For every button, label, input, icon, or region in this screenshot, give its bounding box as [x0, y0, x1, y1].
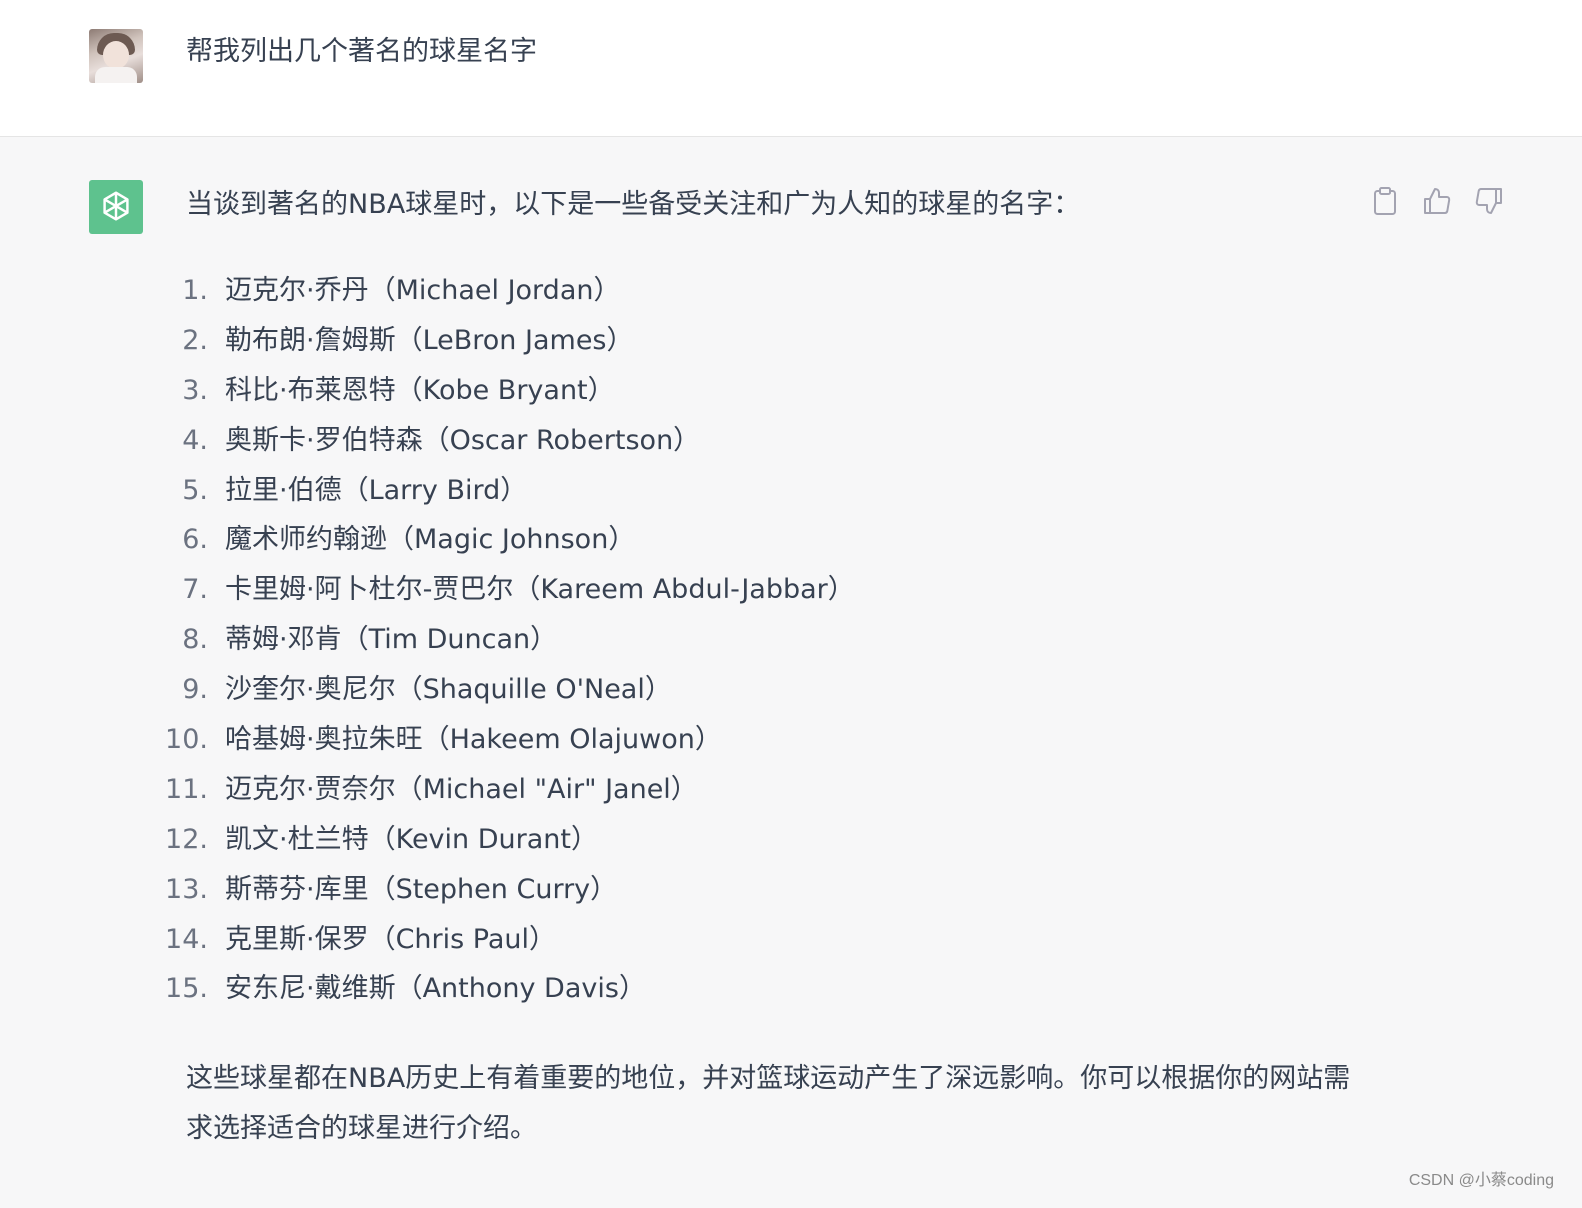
user-message-text: 帮我列出几个著名的球星名字: [186, 36, 537, 67]
list-item: 4. 奥斯卡·罗伯特森（Oscar Robertson）: [150, 422, 855, 472]
player-name: 科比·布莱恩特（Kobe Bryant）: [225, 374, 615, 406]
thumbs-down-icon[interactable]: [1474, 184, 1504, 218]
list-number: 15.: [165, 973, 208, 1005]
list-item: 5. 拉里·伯德（Larry Bird）: [150, 472, 855, 522]
player-name: 凯文·杜兰特（Kevin Durant）: [225, 823, 598, 855]
list-number: 11.: [165, 773, 208, 805]
list-number: 3.: [182, 374, 208, 406]
player-name: 迈克尔·贾奈尔（Michael "Air" Janel）: [225, 773, 698, 805]
list-number: 10.: [165, 724, 208, 756]
avatar-body: [95, 67, 137, 83]
list-number: 14.: [165, 923, 208, 955]
player-name: 拉里·伯德（Larry Bird）: [225, 474, 528, 506]
list-number: 6.: [182, 524, 208, 556]
player-name: 奥斯卡·罗伯特森（Oscar Robertson）: [225, 424, 701, 456]
list-number: 13.: [165, 873, 208, 905]
player-name: 斯蒂芬·库里（Stephen Curry）: [225, 873, 618, 905]
list-item: 15. 安东尼·戴维斯（Anthony Davis）: [150, 970, 855, 1020]
list-item: 12. 凯文·杜兰特（Kevin Durant）: [150, 821, 855, 871]
player-name: 克里斯·保罗（Chris Paul）: [225, 923, 557, 955]
player-name: 卡里姆·阿卜杜尔-贾巴尔（Kareem Abdul-Jabbar）: [225, 574, 855, 606]
openai-logo-icon: [89, 180, 143, 234]
list-item: 2. 勒布朗·詹姆斯（LeBron James）: [150, 322, 855, 372]
list-item: 3. 科比·布莱恩特（Kobe Bryant）: [150, 372, 855, 422]
player-name: 魔术师约翰逊（Magic Johnson）: [225, 524, 636, 556]
player-name: 哈基姆·奥拉朱旺（Hakeem Olajuwon）: [225, 724, 722, 756]
list-number: 1.: [182, 275, 208, 306]
assistant-outro-text: 这些球星都在NBA历史上有着重要的地位，并对篮球运动产生了深远影响。你可以根据你…: [186, 1063, 1351, 1144]
list-item: 1. 迈克尔·乔丹（Michael Jordan）: [150, 272, 855, 322]
list-item: 11. 迈克尔·贾奈尔（Michael "Air" Janel）: [150, 771, 855, 821]
user-avatar: [89, 29, 143, 83]
list-item: 6. 魔术师约翰逊（Magic Johnson）: [150, 521, 855, 571]
player-name: 勒布朗·詹姆斯（LeBron James）: [225, 324, 634, 356]
player-list: 1. 迈克尔·乔丹（Michael Jordan） 2. 勒布朗·詹姆斯（LeBro…: [150, 272, 855, 1020]
list-item: 13. 斯蒂芬·库里（Stephen Curry）: [150, 871, 855, 921]
list-number: 8.: [182, 624, 208, 656]
clipboard-icon[interactable]: [1370, 184, 1400, 218]
user-message-row: 帮我列出几个著名的球星名字: [0, 0, 1582, 137]
list-item: 9. 沙奎尔·奥尼尔（Shaquille O'Neal）: [150, 671, 855, 721]
list-item: 14. 克里斯·保罗（Chris Paul）: [150, 921, 855, 971]
thumbs-up-icon[interactable]: [1422, 184, 1452, 218]
list-item: 8. 蒂姆·邓肯（Tim Duncan）: [150, 621, 855, 671]
message-actions: [1370, 184, 1504, 218]
list-item: 7. 卡里姆·阿卜杜尔-贾巴尔（Kareem Abdul-Jabbar）: [150, 571, 855, 621]
list-number: 5.: [182, 474, 208, 506]
avatar-face: [103, 41, 129, 69]
list-number: 12.: [165, 823, 208, 855]
list-item: 10. 哈基姆·奥拉朱旺（Hakeem Olajuwon）: [150, 721, 855, 771]
assistant-intro-text: 当谈到著名的NBA球星时，以下是一些备受关注和广为人知的球星的名字：: [186, 189, 1081, 220]
player-name: 迈克尔·乔丹（Michael Jordan）: [225, 275, 621, 306]
player-name: 安东尼·戴维斯（Anthony Davis）: [225, 973, 646, 1005]
list-number: 4.: [182, 424, 208, 456]
watermark-text: CSDN @小蔡coding: [1408, 1172, 1554, 1189]
list-number: 2.: [182, 324, 208, 356]
list-number: 7.: [182, 574, 208, 606]
player-name: 沙奎尔·奥尼尔（Shaquille O'Neal）: [225, 674, 672, 706]
player-name: 蒂姆·邓肯（Tim Duncan）: [225, 624, 558, 656]
list-number: 9.: [182, 674, 208, 706]
